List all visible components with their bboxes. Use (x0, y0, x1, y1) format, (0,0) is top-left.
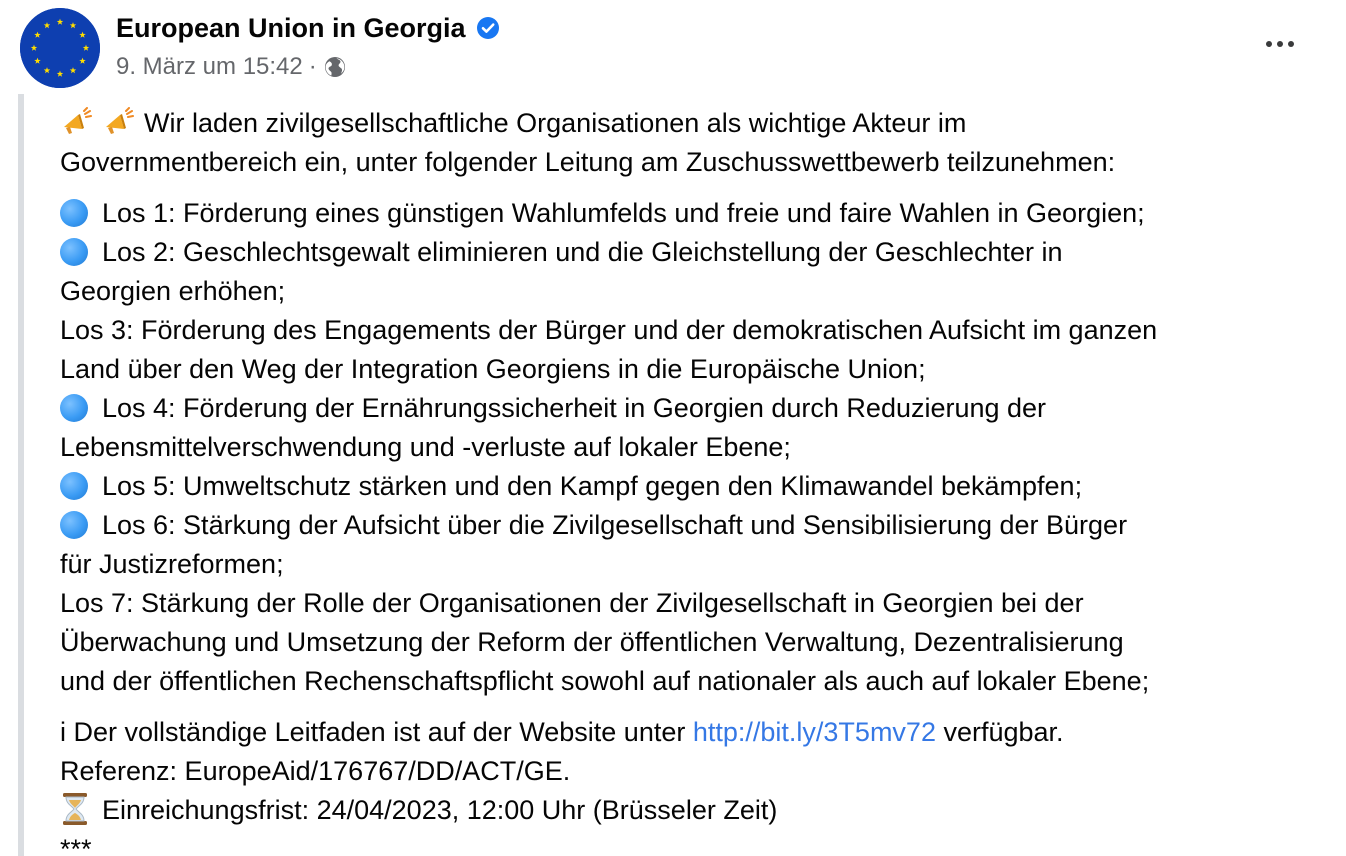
megaphone-emoji-icon (106, 107, 134, 134)
blue-circle-emoji-icon (60, 472, 88, 500)
lot-1-text: Los 1: Förderung eines günstigen Wahlumf… (102, 198, 1145, 228)
reference-line: Referenz: EuropeAid/176767/DD/ACT/GE. (60, 756, 571, 786)
verified-badge-icon (476, 17, 499, 39)
stars-line: *** (60, 834, 92, 856)
lot-2-text: Los 2: Geschlechtsgewalt eliminieren und… (102, 237, 1063, 267)
lot-7: Los 7: Stärkung der Rolle der Organisati… (60, 588, 1084, 618)
lot-2-cont: Georgien erhöhen; (60, 276, 286, 306)
lot-4-cont: Lebensmittelverschwendung und -verluste … (60, 432, 791, 462)
blue-circle-emoji-icon (60, 199, 88, 227)
quote-bar (18, 94, 24, 856)
post-meta: 9. März um 15:42 · (116, 50, 347, 84)
lot-3: Los 3: Förderung des Engagements der Bür… (60, 315, 1158, 345)
post-text: Wir laden zivilgesellschaftliche Organis… (60, 104, 1330, 856)
lot-7-cont-1: Überwachung und Umsetzung der Reform der… (60, 627, 1124, 657)
facebook-post: European Union in Georgia 9. März um 15:… (0, 0, 1346, 856)
guide-link-text[interactable]: http://bit.ly/3T5mv72 (693, 717, 936, 747)
meta-separator: · (308, 53, 317, 80)
lots-paragraph: Los 1: Förderung eines günstigen Wahlumf… (60, 194, 1330, 701)
lot-5: Los 5: Umweltschutz stärken und den Kamp… (60, 467, 1330, 506)
lot-6-text: Los 6: Stärkung der Aufsicht über die Zi… (102, 510, 1128, 540)
guide-prefix: i Der vollständige Leitfaden ist auf der… (60, 717, 693, 747)
blue-circle-emoji-icon (60, 238, 88, 266)
intro-paragraph: Wir laden zivilgesellschaftliche Organis… (60, 104, 1330, 182)
avatar[interactable] (20, 8, 100, 88)
deadline-text: Einreichungsfrist: 24/04/2023, 12:00 Uhr… (102, 795, 778, 825)
author-name[interactable]: European Union in Georgia (116, 13, 466, 44)
post-timestamp[interactable]: 9. März um 15:42 (116, 53, 303, 81)
blue-circle-emoji-icon (60, 511, 88, 539)
lot-5-text: Los 5: Umweltschutz stärken und den Kamp… (102, 471, 1083, 501)
author-row: European Union in Georgia (116, 10, 500, 46)
more-options-button[interactable] (1254, 26, 1306, 62)
info-paragraph: i Der vollständige Leitfaden ist auf der… (60, 713, 1330, 856)
guide-link[interactable]: http://bit.ly/3T5mv72 (693, 717, 936, 747)
lot-2: Los 2: Geschlechtsgewalt eliminieren und… (60, 233, 1330, 272)
lot-3-cont: Land über den Weg der Integration Georgi… (60, 354, 926, 384)
lot-7-cont-2: und der öffentlichen Rechenschaftspflich… (60, 666, 1150, 696)
guide-suffix: verfügbar. (935, 717, 1064, 747)
more-options-icon (1266, 41, 1272, 47)
intro-line-2: Governmentbereich ein, unter folgender L… (60, 147, 1116, 177)
globe-icon[interactable] (323, 55, 347, 79)
deadline-line: Einreichungsfrist: 24/04/2023, 12:00 Uhr… (60, 791, 1330, 830)
blue-circle-emoji-icon (60, 394, 88, 422)
intro-text-1: Wir laden zivilgesellschaftliche Organis… (144, 108, 967, 138)
guide-line: i Der vollständige Leitfaden ist auf der… (60, 713, 1330, 752)
megaphone-emoji-icon (64, 107, 92, 134)
more-options-icon-dot (1277, 41, 1283, 47)
lot-6: Los 6: Stärkung der Aufsicht über die Zi… (60, 506, 1330, 545)
lot-4-text: Los 4: Förderung der Ernährungssicherhei… (102, 393, 1047, 423)
more-options-icon-dot (1288, 41, 1294, 47)
lot-6-cont: für Justizreformen; (60, 549, 284, 579)
intro-line-1: Wir laden zivilgesellschaftliche Organis… (60, 104, 1330, 143)
lot-4: Los 4: Förderung der Ernährungssicherhei… (60, 389, 1330, 428)
eu-flag-icon (20, 8, 100, 88)
hourglass-emoji-icon (63, 793, 87, 825)
lot-1: Los 1: Förderung eines günstigen Wahlumf… (60, 194, 1330, 233)
